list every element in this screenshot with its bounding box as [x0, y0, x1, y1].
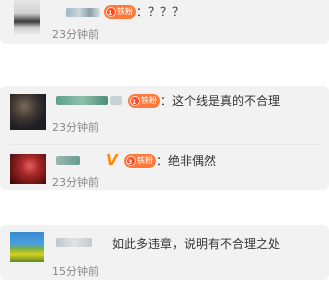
avatar[interactable] [10, 154, 46, 184]
username[interactable] [56, 156, 80, 165]
fan-level: 3 [128, 159, 133, 166]
verified-icon: V [106, 151, 118, 169]
fan-badge: 3 铁粉 [124, 154, 156, 168]
comment-card: 1 铁粉 ：？？？ 23分钟前 [0, 0, 329, 44]
divider [10, 144, 319, 145]
comment-time: 23分钟前 [52, 176, 99, 189]
fan-level: 1 [132, 99, 137, 106]
comment-text: 如此多违章，说明有不合理之处 [112, 237, 281, 251]
avatar[interactable] [14, 0, 40, 36]
comment-time: 15分钟前 [52, 265, 99, 278]
fan-badge-label: 铁粉 [117, 7, 133, 16]
comment-card: 1 铁粉 ：这个线是真的不合理 23分钟前 V 3 铁粉 ：绝非偶然 23分钟前 [0, 86, 329, 190]
fan-badge: 1 铁粉 [128, 94, 160, 108]
avatar[interactable] [10, 232, 44, 262]
fan-badge-label: 铁粉 [137, 156, 153, 165]
comment-card: 如此多违章，说明有不合理之处 15分钟前 [0, 225, 329, 280]
username[interactable] [56, 96, 108, 105]
comment-time: 23分钟前 [52, 121, 99, 134]
comment-text: ：这个线是真的不合理 [160, 94, 281, 108]
comment-time: 23分钟前 [52, 28, 99, 41]
fan-level: 1 [108, 10, 113, 17]
fan-badge: 1 铁粉 [104, 5, 136, 19]
username[interactable] [66, 8, 100, 17]
username[interactable] [56, 238, 92, 247]
comment-text: ：？？？ [136, 5, 185, 19]
username-extra [110, 96, 122, 105]
avatar[interactable] [10, 94, 46, 130]
fan-badge-label: 铁粉 [141, 96, 157, 105]
comment-text: ：绝非偶然 [156, 154, 217, 168]
